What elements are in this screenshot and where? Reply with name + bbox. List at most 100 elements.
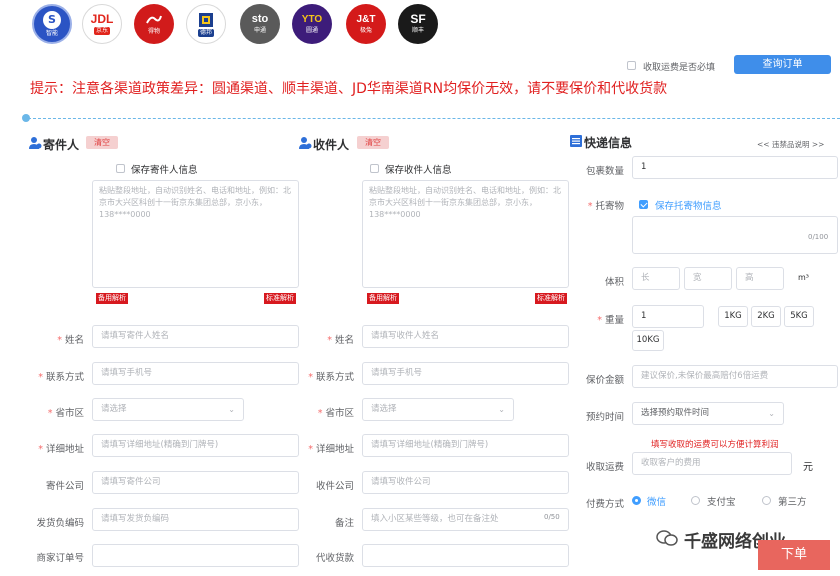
receiver-clear-button[interactable]: 清空 bbox=[357, 136, 389, 149]
jdl-logo-icon: JDL bbox=[90, 12, 114, 26]
goods-label: * 托寄物 bbox=[587, 201, 624, 212]
sender-region-select[interactable]: 请选择 ⌄ bbox=[92, 398, 244, 421]
remark-counter: 0/50 bbox=[544, 513, 560, 521]
fee-hint: 填写收取的运费可以方便计算利润 bbox=[651, 440, 779, 450]
merchant-order-input[interactable] bbox=[92, 544, 299, 567]
receiver-company-input[interactable]: 请填写收件公司 bbox=[362, 471, 569, 494]
weight-label: * 重量 bbox=[597, 315, 624, 326]
sender-phone-label: * 联系方式 bbox=[38, 372, 84, 383]
required-fee-label: 收取运费是否必填 bbox=[643, 63, 716, 73]
pay-wechat-radio[interactable] bbox=[632, 496, 641, 505]
receiver-address-input[interactable]: 请填写详细地址(精确到门牌号) bbox=[362, 434, 569, 457]
carrier-label: 极兔 bbox=[359, 27, 372, 34]
sender-shipcode-input[interactable]: 请填写发货负编码 bbox=[92, 508, 299, 531]
fee-input[interactable]: 收取客户的费用 bbox=[632, 452, 792, 475]
width-input[interactable]: 宽 bbox=[684, 267, 732, 290]
weight-input[interactable]: 1 bbox=[632, 305, 704, 328]
remark-input[interactable]: 填入小区某些等级，也可在备注处 bbox=[362, 508, 569, 531]
pay-method-label: 付费方式 bbox=[585, 499, 624, 510]
sender-paste-textarea[interactable]: 粘贴整段地址，自动识别姓名、电话和地址，例如：北京市大兴区科创十一街京东集团总部… bbox=[92, 180, 299, 288]
sender-address-label: * 详细地址 bbox=[38, 444, 84, 455]
query-order-button[interactable]: 查询订单 bbox=[734, 55, 831, 74]
receiver-phone-input[interactable]: 请填写手机号 bbox=[362, 362, 569, 385]
sender-address-input[interactable]: 请填写详细地址(精确到门牌号) bbox=[92, 434, 299, 457]
sf-logo-icon: SF bbox=[410, 12, 426, 26]
fee-unit: 元 bbox=[803, 462, 813, 473]
weight-2kg-button[interactable]: 2KG bbox=[751, 306, 781, 327]
carrier-debang[interactable]: 德邦 bbox=[186, 4, 226, 44]
volume-label: 体积 bbox=[604, 277, 624, 288]
carrier-label: 得物 bbox=[147, 27, 160, 35]
weight-5kg-button[interactable]: 5KG bbox=[784, 306, 814, 327]
required-fee-checkbox[interactable] bbox=[627, 61, 636, 70]
deppon-logo-icon bbox=[146, 15, 162, 23]
insure-input[interactable]: 建议保价,未保价最高赔付6倍运费 bbox=[632, 365, 838, 388]
pay-third-radio[interactable] bbox=[762, 496, 771, 505]
goods-counter: 0/100 bbox=[808, 233, 829, 241]
sender-company-input[interactable]: 请填写寄件公司 bbox=[92, 471, 299, 494]
pay-third-label[interactable]: 第三方 bbox=[778, 494, 807, 508]
save-receiver-checkbox[interactable] bbox=[370, 164, 379, 173]
carrier-zhineng[interactable]: S 智能 bbox=[32, 4, 72, 44]
save-goods-checkbox[interactable] bbox=[639, 199, 648, 209]
person-icon bbox=[298, 136, 312, 153]
receiver-name-input[interactable]: 请填写收件人姓名 bbox=[362, 325, 569, 348]
height-input[interactable]: 高 bbox=[736, 267, 784, 290]
cube-logo-icon bbox=[199, 12, 213, 27]
save-sender-label: 保存寄件人信息 bbox=[131, 165, 198, 176]
merchant-order-label: 商家订单号 bbox=[36, 553, 84, 564]
chevron-down-icon: ⌄ bbox=[768, 409, 775, 418]
weight-10kg-button[interactable]: 10KG bbox=[632, 330, 664, 351]
receiver-company-label: 收件公司 bbox=[315, 481, 354, 492]
weight-1kg-button[interactable]: 1KG bbox=[718, 306, 748, 327]
sender-phone-input[interactable]: 请填写手机号 bbox=[92, 362, 299, 385]
sender-standard-parse-button[interactable]: 标准解析 bbox=[264, 293, 296, 304]
receiver-phone-label: * 联系方式 bbox=[308, 372, 354, 383]
carrier-jdl[interactable]: JDL 京东 bbox=[82, 4, 122, 44]
receiver-standard-parse-button[interactable]: 标准解析 bbox=[535, 293, 567, 304]
sender-name-input[interactable]: 请填写寄件人姓名 bbox=[92, 325, 299, 348]
sender-name-label: * 姓名 bbox=[57, 335, 84, 346]
pay-wechat-label[interactable]: 微信 bbox=[647, 494, 666, 508]
fee-label: 收取运费 bbox=[585, 462, 624, 473]
package-count-label: 包裹数量 bbox=[585, 166, 624, 177]
carrier-label: 顺丰 bbox=[411, 27, 424, 34]
receiver-paste-textarea[interactable]: 粘贴整段地址，自动识别姓名、电话和地址，例如：北京市大兴区科创十一街京东集团总部… bbox=[362, 180, 569, 288]
sender-region-label: * 省市区 bbox=[47, 408, 84, 419]
carrier-label: 德邦 bbox=[197, 28, 214, 37]
submit-order-button[interactable]: 下单 bbox=[758, 540, 830, 570]
chevron-down-icon: ⌄ bbox=[228, 405, 235, 414]
receiver-region-label: * 省市区 bbox=[317, 408, 354, 419]
express-title: 快递信息 bbox=[584, 136, 633, 150]
pay-alipay-label[interactable]: 支付宝 bbox=[707, 494, 736, 508]
prohibited-goods-link[interactable]: << 违禁品说明 >> bbox=[757, 139, 824, 150]
length-input[interactable]: 长 bbox=[632, 267, 680, 290]
list-icon bbox=[570, 135, 582, 150]
cod-input[interactable] bbox=[362, 544, 569, 567]
carrier-jt[interactable]: J&T 极兔 bbox=[346, 4, 386, 44]
carrier-sf[interactable]: SF 顺丰 bbox=[398, 4, 438, 44]
wechat-logo-icon bbox=[656, 529, 678, 550]
receiver-region-select[interactable]: 请选择 ⌄ bbox=[362, 398, 514, 421]
carrier-yto[interactable]: YTO 圆通 bbox=[292, 4, 332, 44]
swirl-logo-icon: S bbox=[43, 10, 61, 29]
jt-logo-icon: J&T bbox=[356, 14, 376, 25]
sender-clear-button[interactable]: 清空 bbox=[86, 136, 118, 149]
save-sender-checkbox[interactable] bbox=[116, 164, 125, 173]
receiver-name-label: * 姓名 bbox=[327, 335, 354, 346]
package-count-input[interactable]: 1 bbox=[632, 156, 838, 179]
pay-alipay-radio[interactable] bbox=[691, 496, 700, 505]
carrier-dewu[interactable]: 得物 bbox=[134, 4, 174, 44]
sto-logo-icon: sto bbox=[251, 13, 269, 25]
sender-backup-parse-button[interactable]: 备用解析 bbox=[96, 293, 128, 304]
carrier-sto[interactable]: sto 申通 bbox=[240, 4, 280, 44]
divider bbox=[28, 118, 840, 119]
chevron-down-icon: ⌄ bbox=[498, 405, 505, 414]
divider-dot-icon bbox=[22, 114, 30, 122]
receiver-backup-parse-button[interactable]: 备用解析 bbox=[367, 293, 399, 304]
sender-title: 寄件人 bbox=[43, 138, 80, 152]
pickup-time-select[interactable]: 选择预约取件时间 ⌄ bbox=[632, 402, 784, 425]
cod-label: 代收货款 bbox=[315, 553, 354, 564]
carrier-label: 圆通 bbox=[305, 27, 318, 34]
sender-company-label: 寄件公司 bbox=[45, 481, 84, 492]
